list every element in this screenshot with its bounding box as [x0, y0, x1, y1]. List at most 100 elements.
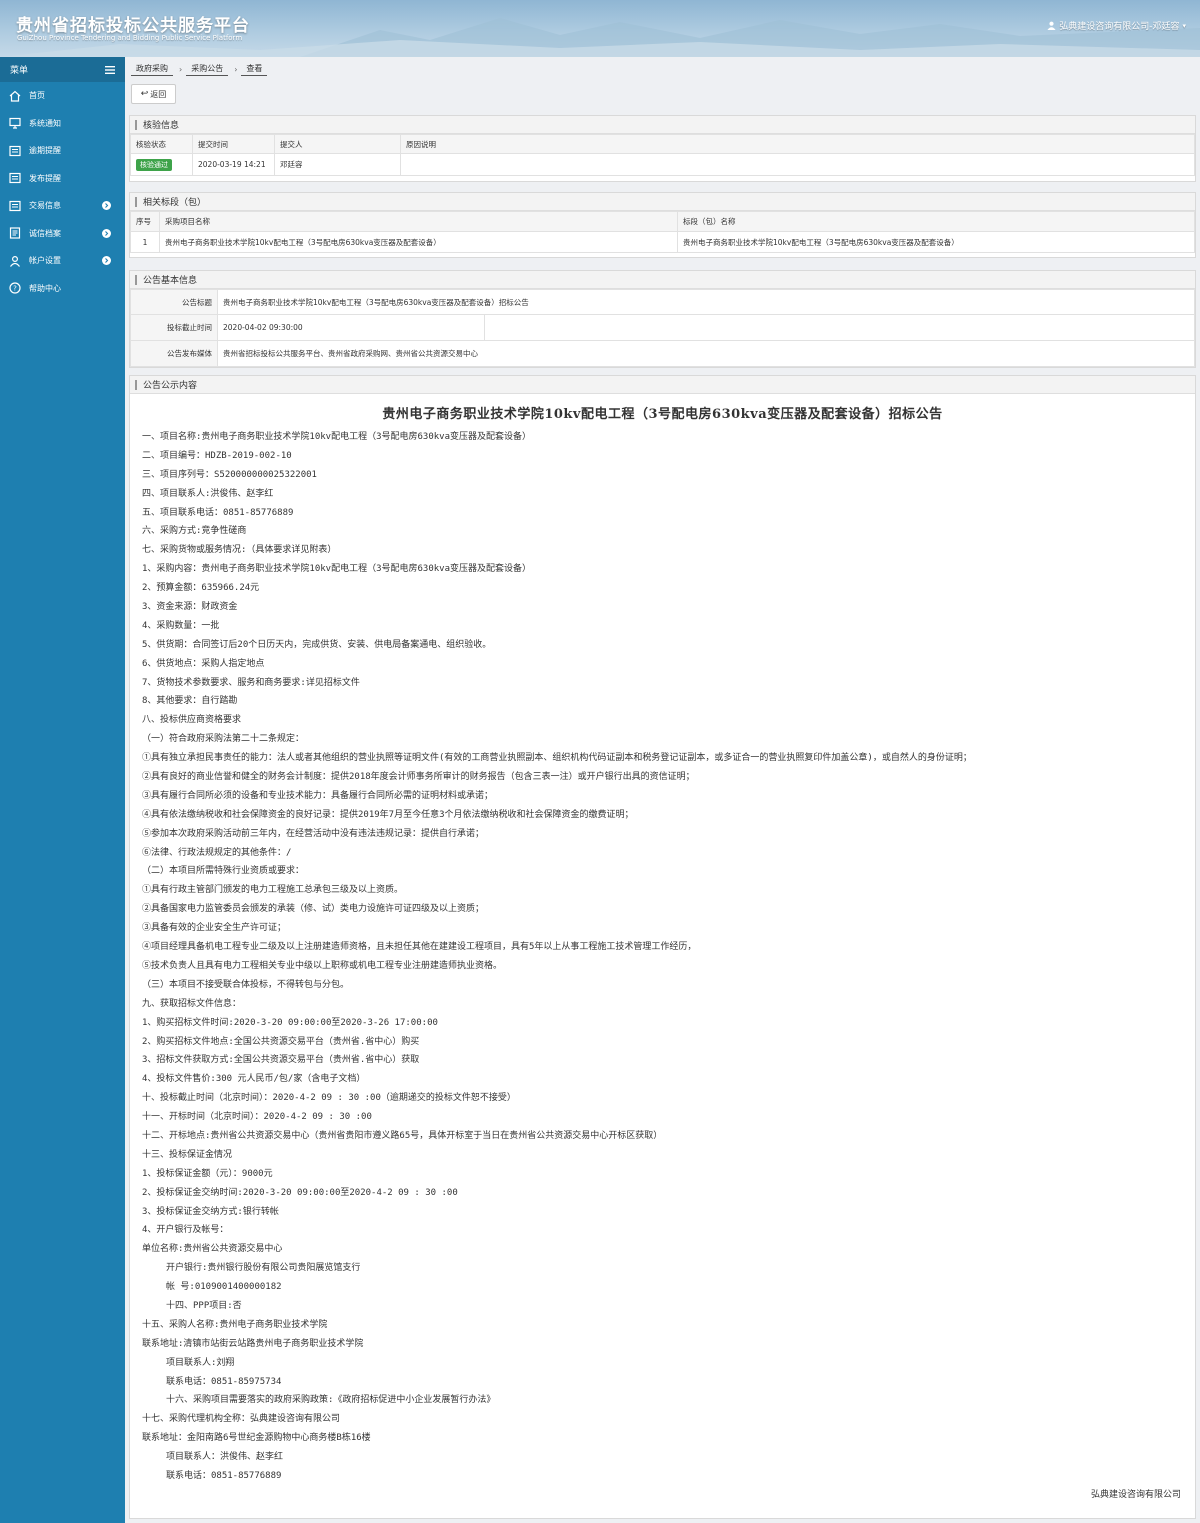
breadcrumb-item-gov-procurement[interactable]: 政府采购	[131, 62, 173, 76]
user-menu[interactable]: 弘典建设咨询有限公司-邓廷容 ▾	[1047, 19, 1186, 32]
sidebar-item-1[interactable]: 系统通知	[0, 110, 125, 138]
sidebar-item-4[interactable]: 交易信息	[0, 192, 125, 220]
table-row: 1 贵州电子商务职业技术学院10kv配电工程（3号配电房630kva变压器及配套…	[130, 231, 1195, 253]
document-line: 5、供货期：合同签订后20个日历天内，完成供货、安装、供电局备案通电、组织验收。	[142, 639, 492, 650]
document-line: 3、投标保证金交纳方式:银行转帐	[142, 1206, 279, 1217]
chevron-right-icon	[102, 228, 111, 238]
col-header-project: 采购项目名称	[159, 211, 678, 232]
sidebar-item-5[interactable]: 诚信档案	[0, 220, 125, 248]
site-title: 贵州省招标投标公共服务平台	[16, 16, 250, 36]
document-line: 十五、采购人名称:贵州电子商务职业技术学院	[142, 1319, 328, 1330]
document-line: 十七、采购代理机构全称：弘典建设咨询有限公司	[142, 1414, 341, 1425]
document-line: ③具有履行合同所必须的设备和专业技术能力：具备履行合同所必需的证明材料或承诺；	[142, 790, 494, 801]
chevron-right-icon: ›	[234, 64, 238, 74]
document-line: 六、采购方式:竞争性磋商	[142, 526, 247, 537]
lots-panel: 相关标段（包） 序号 采购项目名称 标段（包）名称 1 贵州电子商务职业技术学院…	[129, 192, 1196, 258]
content-panel-title: 公告公示内容	[143, 381, 198, 391]
sidebar-item-0[interactable]: 首页	[0, 82, 125, 110]
col-header-status: 核验状态	[130, 134, 193, 154]
user-name: 弘典建设咨询有限公司-邓廷容	[1059, 22, 1180, 32]
document-line: 项目联系人:刘翔	[166, 1357, 235, 1368]
document-line: ④具有依法缴纳税收和社会保障资金的良好记录：提供2019年7月至今任意3个月依法…	[142, 809, 634, 820]
document-line: 3、招标文件获取方式:全国公共资源交易平台（贵州省.省中心）获取	[142, 1055, 420, 1066]
document-line: 联系地址：金阳南路6号世纪金源购物中心商务楼B栋16楼	[142, 1433, 371, 1444]
document-line: （三）本项目不接受联合体投标，不得转包与分包。	[142, 979, 350, 990]
document-line: 2、预算金额：635966.24元	[142, 583, 260, 594]
monitor-icon	[9, 118, 21, 129]
document-line: 帐 号:0109001400000182	[166, 1282, 282, 1293]
document-body: 一、项目名称:贵州电子商务职业技术学院10kv配电工程（3号配电房630kva变…	[130, 428, 1195, 1486]
document-line: 1、采购内容：贵州电子商务职业技术学院10kv配电工程（3号配电房630kva变…	[142, 564, 532, 575]
document-line: 三、项目序列号：S52000000002532200​1	[142, 469, 317, 480]
home-icon	[9, 90, 21, 102]
chevron-right-icon: ›	[179, 64, 183, 74]
document-line: 十一、开标时间（北京时间）：2020-4-2 09 : 30 :00	[142, 1112, 372, 1123]
breadcrumb: 政府采购 › 采购公告 › 查看	[131, 60, 269, 78]
document-line: 1、购买招标文件时间:2020-3-20 09:00:00至2020-3-26 …	[142, 1017, 438, 1028]
document-icon	[9, 227, 21, 239]
return-icon: ↩	[140, 89, 149, 99]
document-line: 联系电话：0851-85975734	[166, 1376, 282, 1387]
sidebar-item-2[interactable]: 逾期提醒	[0, 137, 125, 165]
back-button[interactable]: ↩ 返回	[131, 84, 176, 104]
svg-text:?: ?	[13, 285, 17, 293]
document-line: 十六、采购项目需要落实的政府采购政策:《政府招标促进中小企业发展暂行办法》	[166, 1395, 496, 1406]
row-lot: 贵州电子商务职业技术学院10kv配电工程（3号配电房630kva变压器及配套设备…	[677, 231, 1195, 253]
row-project: 贵州电子商务职业技术学院10kv配电工程（3号配电房630kva变压器及配套设备…	[159, 231, 678, 253]
document-line: （二）本项目所需特殊行业资质或要求：	[142, 866, 305, 877]
sidebar-item-7[interactable]: ? 帮助中心	[0, 275, 125, 303]
document-line: 8、其他要求：自行踏勘	[142, 696, 238, 707]
submitter: 邓廷容	[274, 153, 401, 176]
sidebar: 菜单 首页 系统通知 逾期提醒 发布提醒 交易信息 诚信档案 帐户设置? 帮助中心	[0, 57, 125, 1523]
verify-panel: 核验信息 核验状态 提交时间 提交人 原因说明 核验通过 2020-03-19 …	[129, 115, 1196, 182]
basic-info-title: 公告基本信息	[143, 276, 198, 286]
document-line: 7、货物技术参数要求、服务和商务要求:详见招标文件	[142, 677, 360, 688]
chevron-right-icon	[102, 256, 111, 265]
document-line: 八、投标供应商资格要求	[142, 715, 242, 726]
document-line: 2、投标保证金交纳时间:2020-3-20 09:00:00至2020-4-2 …	[142, 1187, 458, 1198]
document-line: ③具备有效的企业安全生产许可证；	[142, 923, 287, 934]
list-icon	[9, 200, 21, 211]
help-icon: ?	[9, 282, 21, 294]
submit-time: 2020-03-19 14:21	[192, 153, 275, 176]
reason	[400, 153, 1195, 176]
breadcrumb-item-procurement-notice[interactable]: 采购公告	[186, 62, 229, 76]
document-line: ②具备国家电力监管委员会颁发的承装（修、试）类电力设施许可证四级及以上资质；	[142, 904, 485, 915]
document-line: ⑥法律、行政法规规定的其他条件：/	[142, 847, 292, 858]
chevron-right-icon	[102, 201, 111, 210]
document-line: 二、项目编号：HDZB-2019-002-10	[142, 450, 292, 461]
document-line: 6、供货地点：采购人指定地点	[142, 658, 265, 669]
document-line: ⑤技术负责人且具有电力工程相关专业中级以上职称或机电工程专业注册建造师执业资格。	[142, 960, 503, 971]
document-title: 贵州电子商务职业技术学院10kv配电工程（3号配电房630kva变压器及配套设备…	[382, 407, 943, 422]
notice-title-label: 公告标题	[130, 289, 218, 315]
status-badge: 核验通过	[136, 158, 172, 171]
document-line: 十二、开标地点:贵州省公共资源交易中心（贵州省贵阳市遵义路65号，具体开标室于当…	[142, 1130, 663, 1141]
document-line: ①具有行政主管部门颁发的电力工程施工总承包三级及以上资质。	[142, 885, 404, 896]
col-header-lot: 标段（包）名称	[677, 211, 1195, 232]
document-line: 项目联系人：洪俊伟、赵李红	[166, 1452, 284, 1463]
document-line: 联系电话：0851-85776889	[166, 1470, 282, 1481]
breadcrumb-item-view[interactable]: 查看	[241, 62, 268, 76]
sidebar-item-label: 交易信息	[29, 201, 61, 211]
document-line: 4、开户银行及帐号：	[142, 1225, 229, 1236]
document-line: ⑤参加本次政府采购活动前三年内，在经营活动中没有违法违规记录：提供自行承诺；	[142, 828, 485, 839]
media-label: 公告发布媒体	[130, 340, 218, 367]
hamburger-icon[interactable]	[105, 65, 115, 74]
list-icon	[9, 173, 21, 184]
list-icon	[9, 145, 21, 156]
col-header-time: 提交时间	[192, 134, 275, 154]
main-content: 政府采购 › 采购公告 › 查看 ↩ 返回 核验信息 核验状态 提交时间 提交人…	[125, 57, 1200, 1523]
caret-down-icon: ▾	[1182, 21, 1186, 30]
document-line: ②具有良好的商业信誉和健全的财务会计制度：提供2018年度会计师事务所审计的财务…	[142, 772, 695, 783]
site-header: 贵州省招标投标公共服务平台 GuiZhou Province Tendering…	[0, 0, 1200, 57]
sidebar-item-label: 系统通知	[29, 118, 61, 128]
col-header-person: 提交人	[274, 134, 401, 154]
document-line: （一）符合政府采购法第二十二条规定：	[142, 734, 305, 745]
col-header-reason: 原因说明	[400, 134, 1195, 154]
signature: 弘典建设咨询有限公司	[1090, 1490, 1181, 1500]
document-line: 单位名称:贵州省公共资源交易中心	[142, 1244, 283, 1255]
user-icon	[10, 255, 20, 267]
sidebar-item-3[interactable]: 发布提醒	[0, 165, 125, 193]
sidebar-item-label: 发布提醒	[29, 173, 61, 183]
sidebar-item-6[interactable]: 帐户设置	[0, 247, 125, 275]
